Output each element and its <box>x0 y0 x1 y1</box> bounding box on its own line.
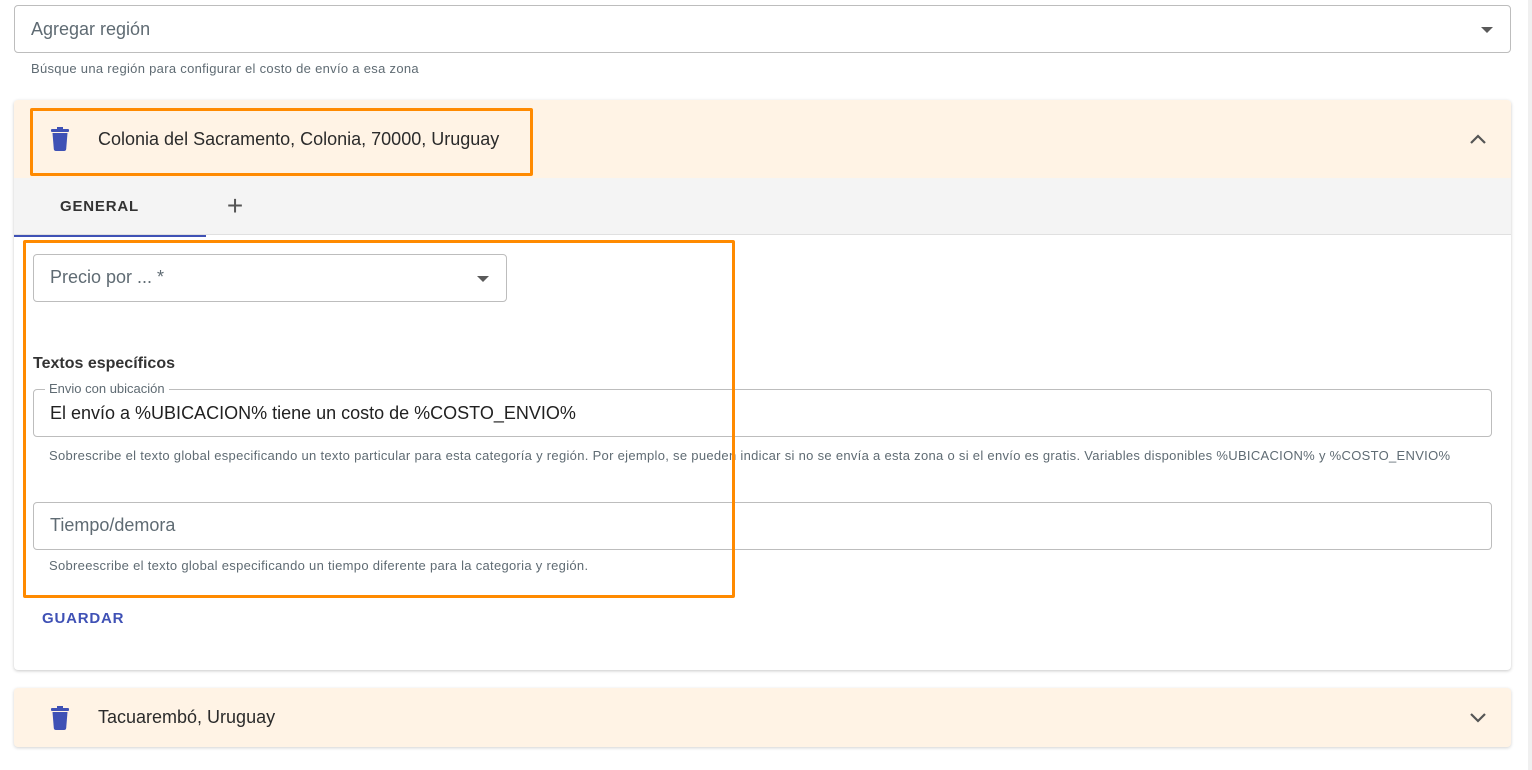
chevron-up-icon[interactable] <box>1470 134 1486 144</box>
chevron-down-icon[interactable] <box>1470 713 1486 723</box>
tab-general[interactable]: GENERAL <box>14 178 206 237</box>
highlight-box-header <box>30 108 533 176</box>
trash-icon[interactable] <box>51 706 69 730</box>
save-button[interactable]: GUARDAR <box>42 610 124 627</box>
tabs-bar: GENERAL + <box>14 178 1511 237</box>
scrollbar[interactable] <box>1528 0 1532 770</box>
region-panel-collapsed[interactable]: Tacuarembó, Uruguay <box>14 688 1511 747</box>
region-name: Tacuarembó, Uruguay <box>98 707 276 727</box>
highlight-box-form <box>23 240 735 598</box>
region-select-placeholder: Agregar región <box>31 19 151 39</box>
dropdown-caret-icon[interactable] <box>1481 27 1493 33</box>
region-select-hint: Búsque una región para configurar el cos… <box>31 61 419 76</box>
region-select[interactable]: Agregar región <box>14 5 1511 53</box>
tab-general-label: GENERAL <box>60 198 139 215</box>
plus-icon[interactable]: + <box>220 192 250 222</box>
